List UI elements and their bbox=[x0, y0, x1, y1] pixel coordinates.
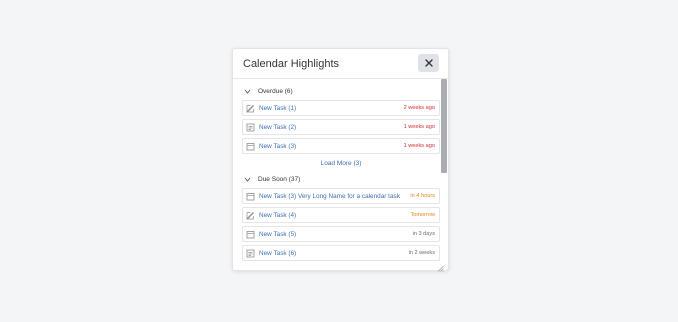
task-name: New Task (3) bbox=[259, 142, 297, 150]
task-name: New Task (6) bbox=[259, 249, 297, 257]
popover-content: Overdue (6) New Task (1) 2 weeks ago New… bbox=[242, 85, 440, 261]
image-icon bbox=[246, 249, 255, 258]
task-name: New Task (5) bbox=[259, 230, 297, 238]
popover-header: Calendar Highlights bbox=[233, 49, 448, 79]
task-due: 1 weeks ago bbox=[403, 124, 435, 130]
resize-grip-icon[interactable] bbox=[437, 259, 444, 272]
task-due: 2 weeks ago bbox=[403, 105, 435, 111]
task-item[interactable]: New Task (4) Tomorrow bbox=[242, 207, 440, 223]
task-name: New Task (4) bbox=[259, 211, 297, 219]
calendar-icon bbox=[246, 230, 255, 239]
chevron-down-icon bbox=[244, 89, 254, 94]
group-label: Overdue (6) bbox=[258, 87, 293, 95]
close-button[interactable] bbox=[418, 54, 439, 72]
task-name: New Task (1) bbox=[259, 104, 297, 112]
task-item[interactable]: New Task (3) 1 weeks ago bbox=[242, 138, 440, 154]
load-more-link[interactable]: Load More (3) bbox=[242, 158, 440, 170]
task-due: 1 weeks ago bbox=[403, 143, 435, 149]
popover-title: Calendar Highlights bbox=[243, 58, 339, 70]
task-name: New Task (2) bbox=[259, 123, 297, 131]
image-icon bbox=[246, 123, 255, 132]
group-header-due-soon[interactable]: Due Soon (37) bbox=[242, 173, 440, 185]
group-header-overdue[interactable]: Overdue (6) bbox=[242, 85, 440, 97]
calendar-icon bbox=[246, 192, 255, 201]
calendar-highlights-popover: Calendar Highlights Overdue (6) New Task… bbox=[232, 48, 449, 272]
task-due: in 3 days bbox=[412, 231, 435, 237]
task-item[interactable]: New Task (5) in 3 days bbox=[242, 226, 440, 242]
calendar-icon bbox=[246, 142, 255, 151]
task-name: New Task (3) Very Long Name for a calend… bbox=[259, 192, 400, 200]
scrollbar[interactable] bbox=[441, 79, 447, 173]
task-item[interactable]: New Task (1) 2 weeks ago bbox=[242, 100, 440, 116]
chevron-down-icon bbox=[244, 177, 254, 182]
edit-icon bbox=[246, 211, 255, 220]
edit-icon bbox=[246, 104, 255, 113]
task-due: in 2 weeks bbox=[408, 250, 435, 256]
task-item[interactable]: New Task (6) in 2 weeks bbox=[242, 245, 440, 261]
task-due: in 4 hours bbox=[410, 193, 435, 199]
close-icon bbox=[424, 59, 433, 67]
task-due: Tomorrow bbox=[410, 212, 435, 218]
task-item[interactable]: New Task (2) 1 weeks ago bbox=[242, 119, 440, 135]
group-label: Due Soon (37) bbox=[258, 175, 301, 183]
task-item[interactable]: New Task (3) Very Long Name for a calend… bbox=[242, 188, 440, 204]
